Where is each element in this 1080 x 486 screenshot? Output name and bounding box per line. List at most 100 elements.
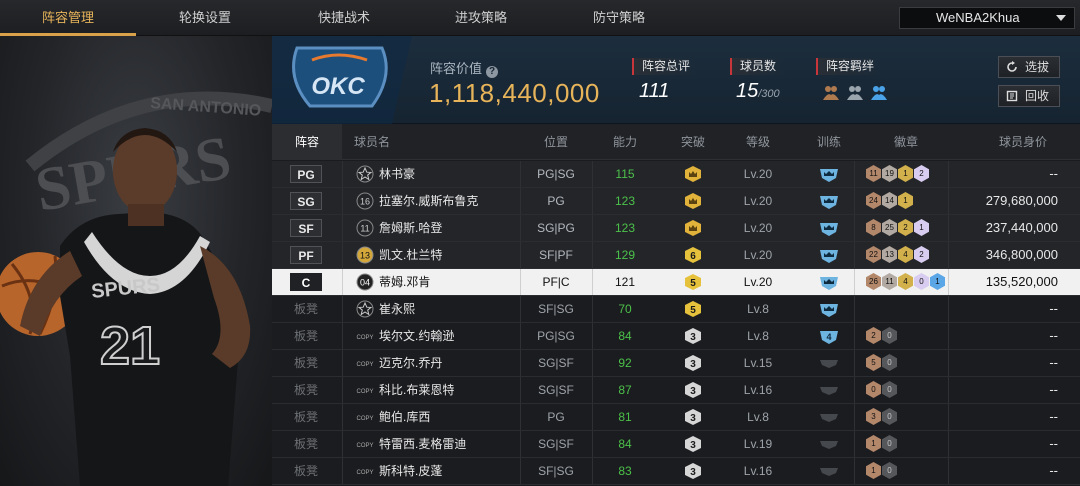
badge-count[interactable]: 24 [866,192,881,209]
tab-lineup-management[interactable]: 阵容管理 [0,0,136,36]
training-icon[interactable] [818,301,840,317]
badge-count[interactable]: 3 [866,408,881,425]
table-row[interactable]: SF 11 詹姆斯.哈登 SG|PG 123 Lv.20 8 25 2 1 237,440,000 [272,215,1080,242]
bond-bronze-icon[interactable] [822,83,840,101]
badge-count[interactable]: 1 [866,462,881,479]
training-icon[interactable] [818,166,840,182]
table-row[interactable]: 板凳 COPY 迈克尔.乔丹 SG|SF 92 3 Lv.15 5 0 -- [272,350,1080,377]
help-icon[interactable]: ? [486,66,499,78]
training-icon[interactable] [818,193,840,209]
training-icon[interactable] [818,247,840,263]
table-row[interactable]: C 04 蒂姆.邓肯 PF|C 121 5 Lv.20 26 11 4 0 1 135,520,000 [272,269,1080,296]
breakthrough-badge-icon[interactable]: 6 [685,247,701,263]
crown-badge-icon[interactable] [685,193,701,209]
badge-count[interactable]: 0 [866,381,881,398]
training-icon[interactable] [818,274,840,290]
bond-blue-icon[interactable] [870,83,888,101]
tab-quick-tactics[interactable]: 快捷战术 [274,0,414,36]
badge-count[interactable]: 11 [866,165,881,182]
badge-count[interactable]: 1 [914,219,929,236]
badge-count[interactable]: 0 [882,327,897,344]
badge-count[interactable]: 1 [898,165,913,182]
badge-count[interactable]: 0 [882,435,897,452]
breakthrough-badge-icon[interactable]: 3 [685,382,701,398]
badge-count[interactable]: 1 [930,273,945,290]
tab-offense-strategy[interactable]: 进攻策略 [414,0,548,36]
badge-count[interactable]: 0 [914,273,929,290]
player-name[interactable]: 拉塞尔.威斯布鲁克 [379,188,478,214]
training-locked-icon[interactable] [818,382,840,398]
table-row[interactable]: 板凳 COPY 斯科特.皮蓬 SF|SG 83 3 Lv.16 1 0 -- [272,458,1080,485]
training-icon[interactable] [818,220,840,236]
badge-count[interactable]: 13 [882,246,897,263]
recycle-button[interactable]: 回收 [998,85,1060,107]
badge-count[interactable]: 0 [882,381,897,398]
player-name[interactable]: 特雷西.麦格雷迪 [379,431,466,457]
badge-count[interactable]: 1 [866,435,881,452]
badge-count[interactable]: 22 [866,246,881,263]
col-lineup[interactable]: 阵容 [272,124,342,160]
col-position[interactable]: 位置 [520,124,592,160]
badge-count[interactable]: 14 [882,192,897,209]
breakthrough-badge-icon[interactable]: 3 [685,409,701,425]
badge-count[interactable]: 11 [882,273,897,290]
training-locked-icon[interactable] [818,436,840,452]
breakthrough-badge-icon[interactable]: 3 [685,355,701,371]
crown-badge-icon[interactable] [685,220,701,236]
tab-defense-strategy[interactable]: 防守策略 [548,0,690,36]
badge-count[interactable]: 2 [866,327,881,344]
player-name[interactable]: 鲍伯.库西 [379,404,430,430]
table-row[interactable]: SG 16 拉塞尔.威斯布鲁克 PG 123 Lv.20 24 14 1 279,680,000 [272,188,1080,215]
table-row[interactable]: 板凳 COPY 科比.布莱恩特 SG|SF 87 3 Lv.16 0 0 -- [272,377,1080,404]
badge-count[interactable]: 0 [882,462,897,479]
badge-count[interactable]: 2 [914,246,929,263]
col-player-worth[interactable]: 球员身价 [978,124,1068,160]
tab-rotation-settings[interactable]: 轮换设置 [136,0,274,36]
badge-count[interactable]: 4 [898,273,913,290]
breakthrough-badge-icon[interactable]: 3 [685,328,701,344]
bond-silver-icon[interactable] [846,83,864,101]
badge-count[interactable]: 2 [898,219,913,236]
table-row[interactable]: 板凳 COPY 鲍伯.库西 PG 81 3 Lv.8 3 0 -- [272,404,1080,431]
badge-count[interactable]: 0 [882,408,897,425]
badge-count[interactable]: 1 [898,192,913,209]
breakthrough-badge-icon[interactable]: 5 [685,274,701,290]
badge-count[interactable]: 19 [882,165,897,182]
table-row[interactable]: PF 13 凯文.杜兰特 SF|PF 129 6 Lv.20 22 13 4 2 346,800,00… [272,242,1080,269]
col-ability[interactable]: 能力 [600,124,650,160]
badge-count[interactable]: 8 [866,219,881,236]
col-player-name[interactable]: 球员名 [342,124,402,160]
player-name[interactable]: 林书豪 [379,161,415,187]
training-locked-icon[interactable] [818,409,840,425]
col-breakthrough[interactable]: 突破 [668,124,718,160]
col-level[interactable]: 等级 [728,124,788,160]
crown-badge-icon[interactable] [685,166,701,182]
player-name[interactable]: 埃尔文.约翰逊 [379,323,454,349]
badge-count[interactable]: 0 [882,354,897,371]
badge-count[interactable]: 4 [898,246,913,263]
player-name[interactable]: 詹姆斯.哈登 [379,215,442,241]
table-row[interactable]: 板凳 崔永熙 SF|SG 70 5 Lv.8 -- [272,296,1080,323]
table-row[interactable]: 板凳 COPY 特雷西.麦格雷迪 SG|SF 84 3 Lv.19 1 0 -- [272,431,1080,458]
account-dropdown[interactable]: WeNBA2Khua [899,7,1075,29]
col-training[interactable]: 训练 [804,124,854,160]
player-name[interactable]: 蒂姆.邓肯 [379,269,430,295]
player-name[interactable]: 迈克尔.乔丹 [379,350,442,376]
player-name[interactable]: 凯文.杜兰特 [379,242,442,268]
breakthrough-badge-icon[interactable]: 3 [685,436,701,452]
col-badges[interactable]: 徽章 [864,124,948,160]
badge-count[interactable]: 5 [866,354,881,371]
select-button[interactable]: 选拔 [998,56,1060,78]
player-name[interactable]: 斯科特.皮蓬 [379,458,442,484]
training-locked-icon[interactable] [818,463,840,479]
player-name[interactable]: 科比.布莱恩特 [379,377,454,403]
table-row[interactable]: 板凳 COPY 埃尔文.约翰逊 PG|SG 84 3 Lv.8 4 2 0 -- [272,323,1080,350]
training-locked-icon[interactable] [818,355,840,371]
player-name[interactable]: 崔永熙 [379,296,415,322]
badge-count[interactable]: 26 [866,273,881,290]
breakthrough-badge-icon[interactable]: 5 [685,301,701,317]
badge-count[interactable]: 2 [914,165,929,182]
table-row[interactable]: PG 林书豪 PG|SG 115 Lv.20 11 19 1 2 -- [272,161,1080,188]
badge-count[interactable]: 25 [882,219,897,236]
training-level-icon[interactable]: 4 [818,328,840,344]
